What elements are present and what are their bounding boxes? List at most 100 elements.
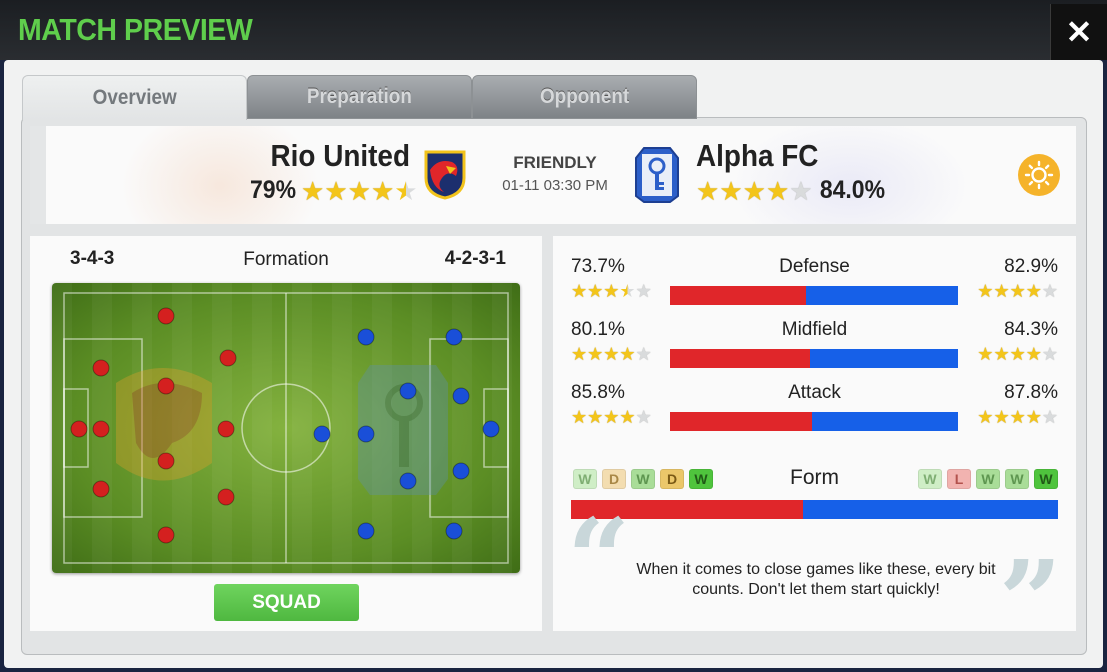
away-bar-segment: [810, 349, 958, 368]
star-icon: ★: [977, 281, 994, 301]
home-attack-stars: ★ ★ ★ ★ ★: [571, 408, 652, 426]
star-icon: ★: [1025, 344, 1042, 364]
star-icon: ★: [571, 344, 588, 364]
close-icon: ✕: [1065, 14, 1093, 50]
away-player-marker: [357, 425, 375, 443]
form-row: WDWDW Form WLWWW: [553, 466, 1076, 496]
away-player-marker: [452, 387, 470, 405]
star-icon: ★: [1009, 344, 1026, 364]
away-player-marker: [357, 522, 375, 540]
stat-row-midfield: 80.1% Midfield 84.3% ★ ★ ★ ★ ★ ★ ★ ★ ★ ★: [553, 319, 1076, 379]
star-icon: ★: [324, 175, 348, 206]
squad-button[interactable]: SQUAD: [214, 584, 359, 621]
star-icon: ★: [977, 407, 994, 427]
form-comparison-bar: [571, 500, 1058, 519]
star-icon: ★: [347, 175, 371, 206]
home-team-name: Rio United: [270, 138, 411, 173]
form-chip-w: W: [1034, 469, 1058, 489]
home-rating-value: 79%: [250, 176, 297, 204]
pitch: [52, 283, 520, 573]
home-player-marker: [70, 420, 88, 438]
star-icon: ★: [619, 407, 636, 427]
away-rating-value: 84.0%: [819, 176, 885, 204]
sun-glyph: [1024, 160, 1054, 190]
form-chip-l: L: [947, 469, 971, 489]
formation-panel: Formation 3-4-3 4-2-3-1 SQUAD: [30, 236, 542, 631]
star-icon: ★: [635, 407, 652, 427]
tab-overview[interactable]: Overview: [22, 75, 247, 120]
home-player-marker: [92, 359, 110, 377]
away-formation: 4-2-3-1: [444, 248, 506, 269]
home-player-marker: [157, 526, 175, 544]
star-icon: ★: [394, 175, 418, 206]
match-type: FRIENDLY: [513, 153, 597, 172]
away-rating: ★ ★ ★ ★ ★ 84.0%: [696, 176, 890, 205]
star-icon: ★: [742, 175, 766, 206]
star-icon: ★: [603, 344, 620, 364]
home-defense-stars: ★ ★ ★ ★ ★: [571, 282, 652, 300]
quote-close-icon: ”: [998, 536, 1062, 665]
away-form-chips: WLWWW: [918, 469, 1058, 489]
away-player-marker: [313, 425, 331, 443]
attack-comparison-bar: [670, 412, 958, 431]
star-icon: ★: [1041, 344, 1058, 364]
form-chip-w: W: [976, 469, 1000, 489]
tab-preparation[interactable]: Preparation: [247, 75, 472, 119]
away-player-marker: [452, 462, 470, 480]
stat-label: Defense: [779, 256, 850, 277]
away-player-marker: [445, 522, 463, 540]
star-icon: ★: [789, 175, 813, 206]
preview-panel: Overview Preparation Opponent Rio United…: [4, 60, 1103, 668]
star-icon: ★: [571, 407, 588, 427]
star-icon: ★: [301, 175, 325, 206]
star-icon: ★: [696, 175, 720, 206]
home-player-marker: [92, 480, 110, 498]
home-player-marker: [157, 307, 175, 325]
home-player-marker: [219, 349, 237, 367]
blue-key-crest-icon: [635, 147, 679, 203]
star-icon: ★: [571, 281, 588, 301]
away-player-marker: [445, 328, 463, 346]
star-icon: ★: [635, 344, 652, 364]
stats-panel: 73.7% Defense 82.9% ★ ★ ★ ★ ★ ★ ★ ★ ★ ★ 80.1% Mi…: [553, 236, 1076, 656]
away-midfield-stars: ★ ★ ★ ★ ★: [977, 345, 1058, 363]
star-icon: ★: [765, 175, 790, 206]
away-midfield-value: 84.3%: [1004, 319, 1058, 340]
away-player-marker: [357, 328, 375, 346]
header-edge: [30, 126, 46, 224]
star-icon: ★: [1041, 407, 1058, 427]
star-icon: ★: [993, 281, 1010, 301]
sun-icon[interactable]: [1018, 154, 1060, 196]
home-bar-segment: [670, 412, 813, 431]
star-icon: ★: [1025, 407, 1042, 427]
match-datetime: 01-11 03:30 PM: [502, 177, 608, 194]
star-icon: ★: [603, 281, 620, 301]
home-bar-segment: [670, 349, 811, 368]
home-player-marker: [157, 377, 175, 395]
star-icon: ★: [619, 281, 636, 301]
star-icon: ★: [619, 344, 636, 364]
home-player-marker: [217, 420, 235, 438]
star-icon: ★: [993, 407, 1010, 427]
star-icon: ★: [1041, 281, 1058, 301]
tab-opponent[interactable]: Opponent: [472, 75, 697, 119]
away-team-name: Alpha FC: [696, 138, 819, 173]
star-icon: ★: [635, 281, 652, 301]
close-button[interactable]: ✕: [1050, 4, 1107, 60]
star-icon: ★: [993, 344, 1010, 364]
form-chip-w: W: [1005, 469, 1029, 489]
home-bar-segment: [670, 286, 806, 305]
away-form-segment: [803, 500, 1058, 519]
away-defense-value: 82.9%: [1004, 256, 1058, 277]
defense-comparison-bar: [670, 286, 958, 305]
away-defense-stars: ★ ★ ★ ★ ★: [977, 282, 1058, 300]
away-bar-segment: [805, 286, 958, 305]
away-player-marker: [399, 472, 417, 490]
home-player-marker: [217, 488, 235, 506]
away-attack-stars: ★ ★ ★ ★ ★: [977, 408, 1058, 426]
star-icon: ★: [977, 344, 994, 364]
home-rating-stars: ★ ★ ★ ★ ★: [301, 178, 418, 204]
manager-quote: When it comes to close games like these,…: [636, 561, 996, 598]
home-midfield-stars: ★ ★ ★ ★ ★: [571, 345, 652, 363]
home-player-marker: [157, 452, 175, 470]
